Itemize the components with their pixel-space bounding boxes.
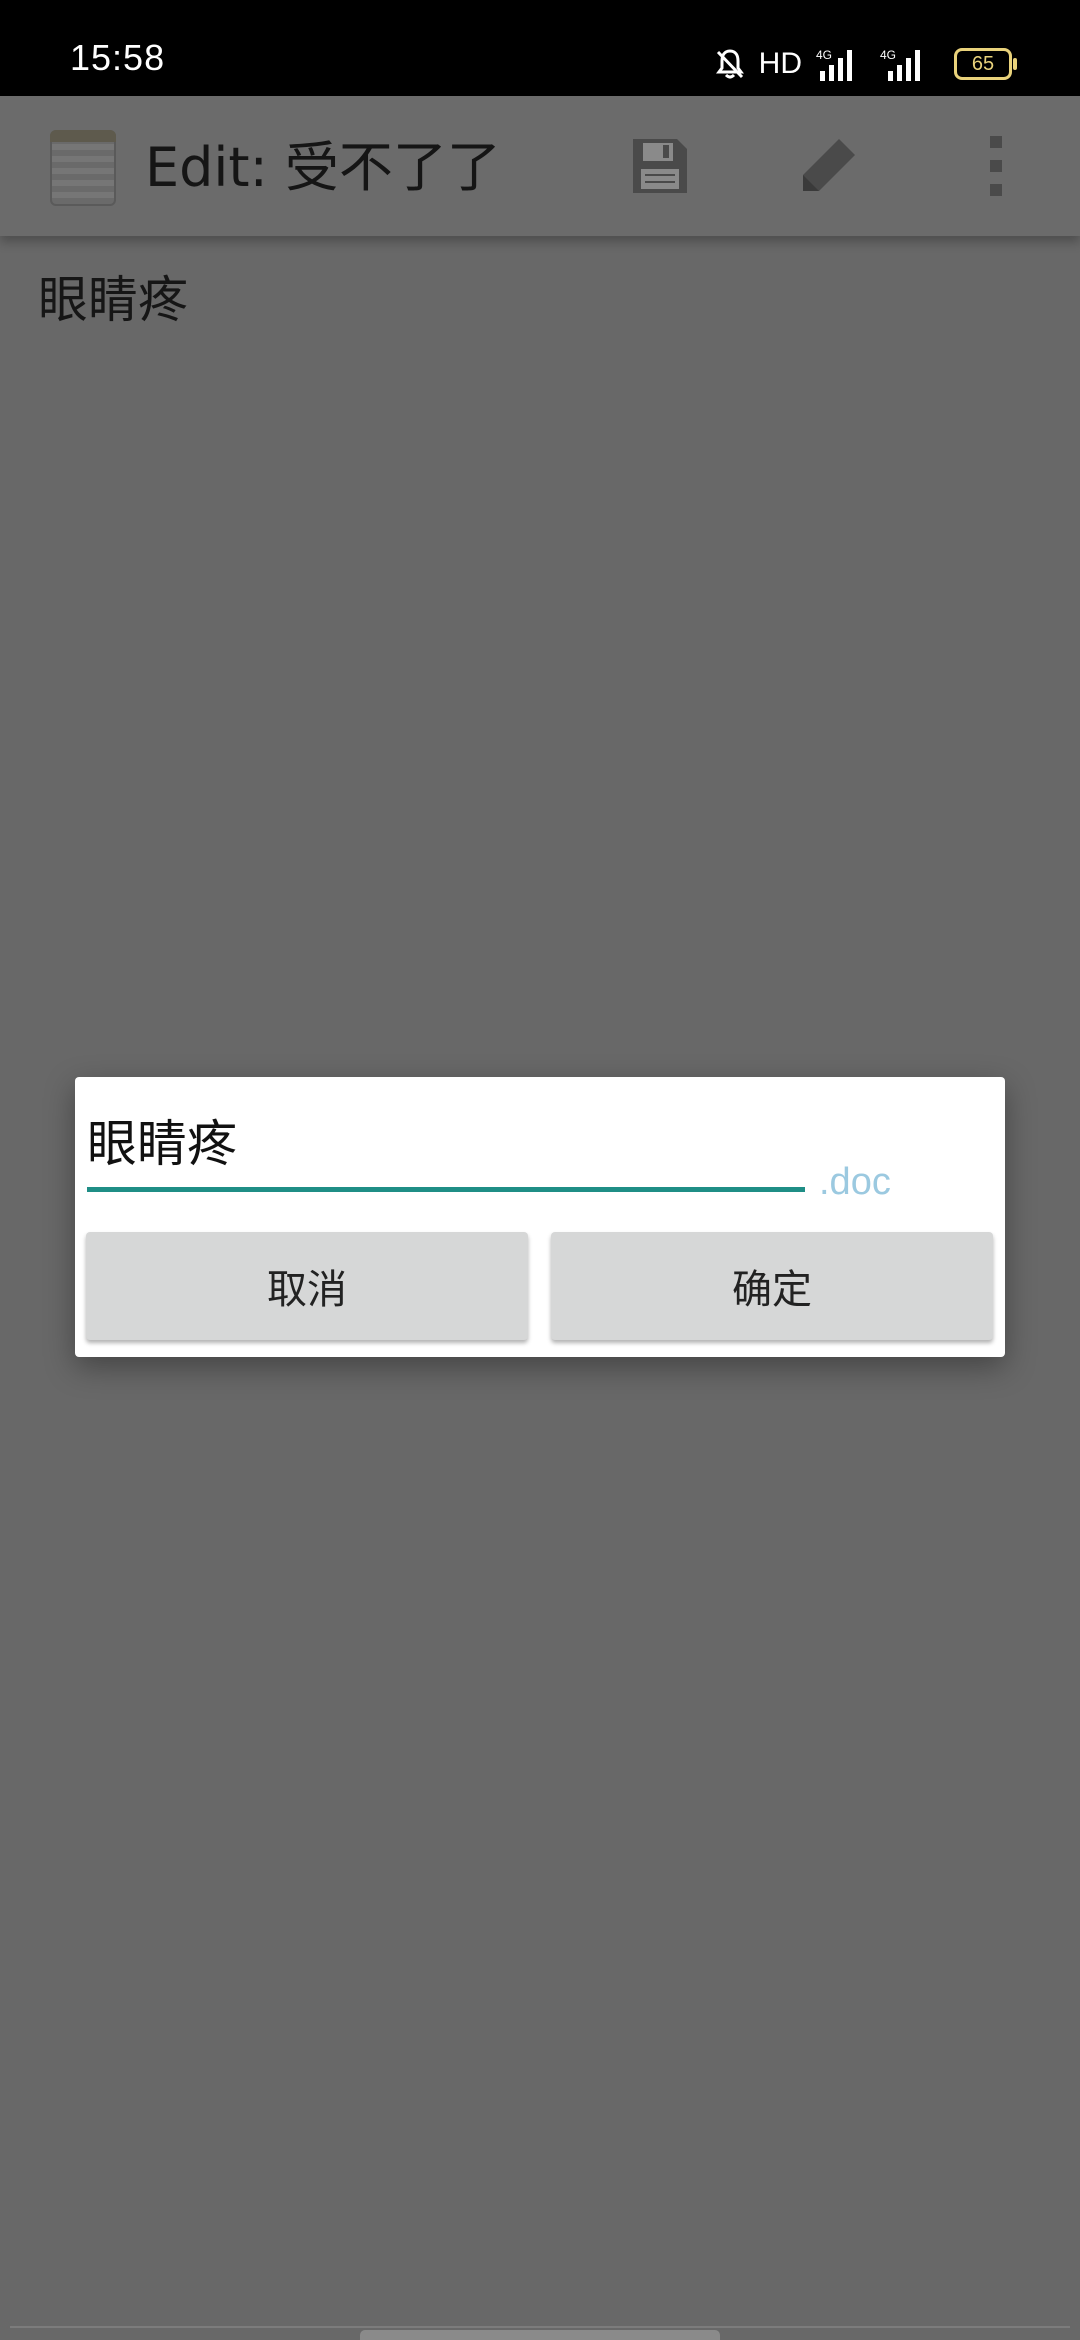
more-options-button[interactable] bbox=[958, 130, 1034, 206]
file-extension-label: .doc bbox=[819, 1161, 891, 1203]
ok-button[interactable]: 确定 bbox=[551, 1232, 993, 1340]
bottom-divider bbox=[10, 2326, 1070, 2328]
network-2-label: 4G bbox=[880, 48, 896, 62]
hd-icon: HD bbox=[758, 47, 802, 80]
save-dialog: .doc 取消 确定 bbox=[75, 1077, 1005, 1357]
bell-muted-icon bbox=[715, 48, 745, 80]
filename-input[interactable] bbox=[87, 1111, 803, 1169]
status-time: 15:58 bbox=[70, 37, 166, 78]
gesture-bar[interactable] bbox=[360, 2330, 720, 2340]
pencil-icon bbox=[795, 133, 861, 203]
edit-button[interactable] bbox=[790, 130, 866, 206]
document-text[interactable]: 眼睛疼 bbox=[38, 270, 188, 330]
cancel-button[interactable]: 取消 bbox=[86, 1232, 528, 1340]
status-icons: HD 4G 4G 65 bbox=[715, 46, 1017, 82]
more-vert-icon bbox=[986, 134, 1006, 202]
signal-icon: 4G bbox=[874, 47, 932, 81]
notepad-app-icon bbox=[50, 130, 116, 206]
battery-level: 65 bbox=[971, 52, 995, 75]
battery-icon: 65 bbox=[954, 48, 1017, 80]
save-button[interactable] bbox=[622, 130, 698, 206]
app-title: Edit: 受不了了 bbox=[145, 136, 501, 199]
app-bar: Edit: 受不了了 bbox=[0, 96, 1080, 236]
input-underline bbox=[87, 1187, 805, 1192]
save-icon bbox=[629, 135, 691, 201]
signal-icon: 4G bbox=[816, 47, 860, 81]
status-bar: 15:58 HD 4G 4G 65 bbox=[0, 0, 1080, 96]
network-1-label: 4G bbox=[816, 48, 832, 62]
